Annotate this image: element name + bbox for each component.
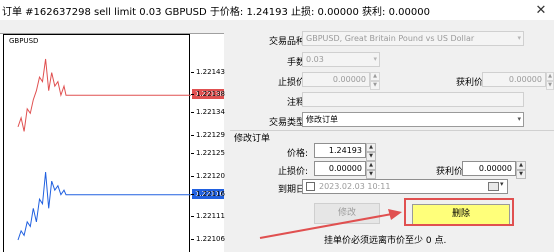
annotation-arrow [259, 209, 402, 239]
arrow-head [388, 209, 402, 220]
arrow-shaft [259, 213, 393, 239]
